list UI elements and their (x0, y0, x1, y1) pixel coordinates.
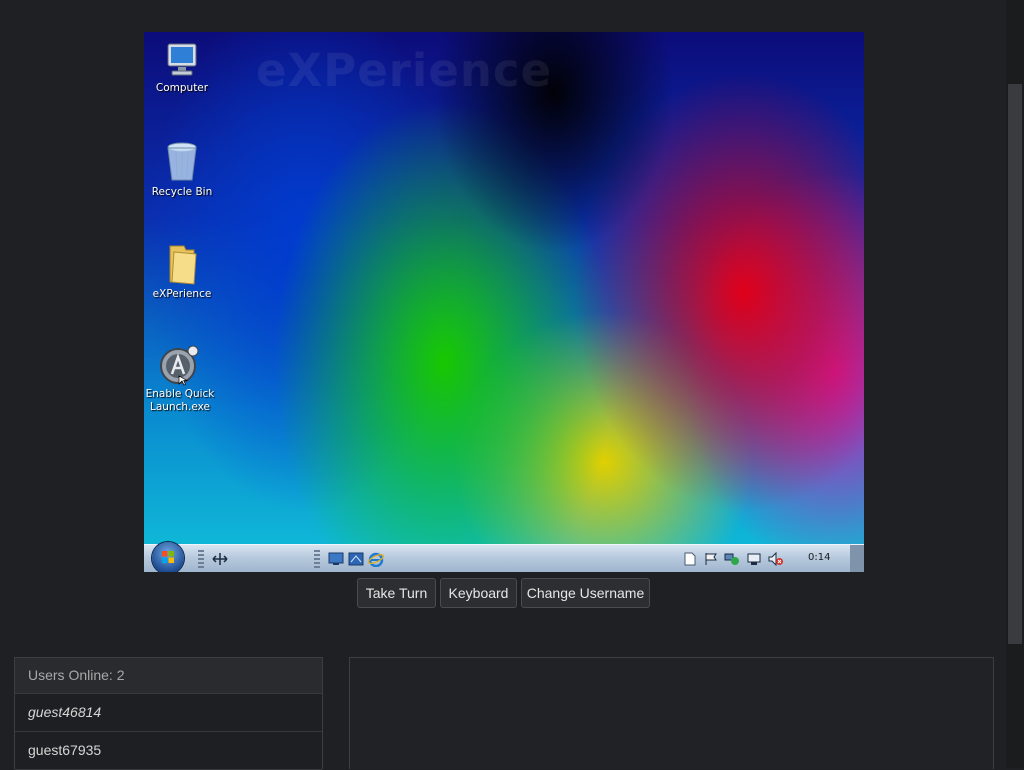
volume-muted-icon[interactable] (768, 552, 784, 566)
desktop-icon-label: Computer (155, 82, 209, 94)
desktop-icon-label: Enable Quick Launch.exe (145, 388, 215, 413)
computer-icon (167, 43, 197, 76)
internet-explorer-icon[interactable] (368, 552, 384, 567)
action-center-flag-icon[interactable] (704, 552, 718, 566)
resize-arrows-icon[interactable] (212, 552, 228, 566)
users-online-panel: Users Online: 2 guest46814 guest67935 (14, 657, 323, 770)
desktop-icon-enable-quick-launch[interactable]: Enable Quick Launch.exe (144, 344, 218, 414)
change-username-button[interactable]: Change Username (521, 578, 650, 608)
desktop-icon-recycle-bin[interactable]: Recycle Bin (144, 140, 220, 199)
take-turn-button[interactable]: Take Turn (357, 578, 436, 608)
user-list-item[interactable]: guest67935 (15, 732, 322, 770)
wallpaper-title: eXPerience (256, 44, 553, 97)
users-online-header: Users Online: 2 (15, 658, 322, 694)
start-orb-icon[interactable] (152, 542, 184, 572)
chat-panel (349, 657, 994, 769)
show-desktop-strip[interactable] (850, 545, 864, 572)
desktop-icon-label: Recycle Bin (151, 186, 213, 198)
network-status-icon[interactable] (724, 552, 740, 566)
taskbar-clock[interactable]: 0:14 (808, 552, 830, 563)
switch-windows-icon[interactable] (348, 552, 364, 566)
show-desktop-icon[interactable] (328, 552, 344, 566)
monitor-tray-icon[interactable] (746, 552, 762, 566)
document-tray-icon[interactable] (684, 552, 696, 566)
keyboard-button[interactable]: Keyboard (440, 578, 517, 608)
desktop-icon-label: eXPerience (152, 288, 212, 300)
folder-icon (169, 245, 197, 285)
taskbar-grip[interactable] (314, 550, 320, 568)
page-scrollbar-thumb[interactable] (1008, 84, 1022, 644)
desktop-icon-computer[interactable]: Computer (144, 40, 220, 95)
taskbar-grip[interactable] (198, 550, 204, 568)
desktop-icon-experience-folder[interactable]: eXPerience (144, 242, 220, 301)
vm-taskbar: 0:14 (144, 542, 864, 572)
user-list-item[interactable]: guest46814 (15, 694, 322, 732)
vm-screen[interactable]: eXPerience Computer Recycle Bin eXPerien… (144, 32, 864, 572)
recycle-bin-icon (167, 142, 197, 181)
quick-launch-app-icon (160, 345, 199, 386)
